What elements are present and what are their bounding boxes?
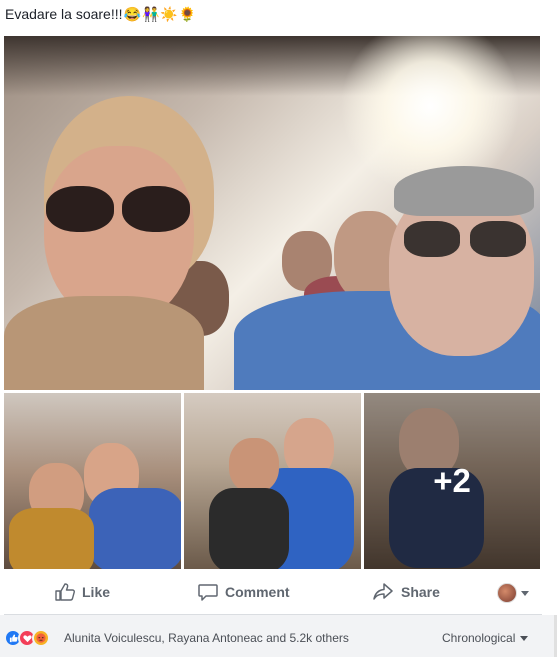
comment-bubble-icon bbox=[198, 584, 218, 601]
thumbs-up-icon bbox=[55, 583, 75, 601]
share-label: Share bbox=[401, 584, 440, 600]
like-button[interactable]: Like bbox=[55, 583, 110, 601]
child-jacket bbox=[9, 508, 94, 569]
caption-text: Evadare la soare!!! bbox=[5, 6, 123, 22]
comment-button[interactable]: Comment bbox=[198, 583, 290, 601]
like-label: Like bbox=[82, 584, 111, 600]
sunflower-emoji-icon: 🌻 bbox=[178, 6, 197, 22]
post-actions-bar: Like Comment Share bbox=[0, 573, 540, 613]
reactions-summary[interactable]: Alunita Voiculescu, Rayana Antoneac and … bbox=[64, 629, 349, 647]
comment-label: Comment bbox=[225, 584, 290, 600]
child-jacket bbox=[89, 488, 181, 569]
more-photos-overlay[interactable]: +2 bbox=[364, 393, 540, 569]
share-button[interactable]: Share bbox=[372, 583, 440, 601]
woman-coat bbox=[4, 296, 204, 390]
laughing-emoji-icon: 😂 bbox=[123, 6, 141, 22]
chevron-down-icon bbox=[520, 635, 529, 641]
gallery-thumbnail-3[interactable]: +2 bbox=[364, 393, 540, 569]
reaction-icons[interactable] bbox=[4, 629, 50, 647]
gallery-thumbnail-1[interactable] bbox=[4, 393, 181, 569]
man-hair bbox=[394, 166, 534, 216]
sun-emoji-icon: ☀️ bbox=[160, 6, 178, 22]
comment-order-label: Chronological bbox=[442, 631, 516, 645]
avatar bbox=[497, 583, 517, 603]
share-arrow-icon bbox=[373, 583, 393, 600]
post-caption: Evadare la soare!!! 😂 👫 ☀️ 🌻 bbox=[5, 4, 196, 24]
chevron-down-icon bbox=[521, 590, 529, 596]
sunglasses-icon bbox=[44, 186, 194, 236]
gallery-thumbnail-2[interactable] bbox=[184, 393, 361, 569]
more-photos-count: +2 bbox=[433, 462, 471, 499]
couple-emoji-icon: 👫 bbox=[141, 6, 160, 22]
woman-coat bbox=[209, 488, 289, 569]
comment-order-dropdown[interactable]: Chronological bbox=[442, 629, 529, 647]
sunglasses-icon bbox=[404, 221, 534, 261]
reactions-bar: Alunita Voiculescu, Rayana Antoneac and … bbox=[0, 615, 557, 657]
main-photo[interactable] bbox=[4, 36, 540, 390]
woman-figure bbox=[229, 438, 279, 493]
post-as-selector[interactable] bbox=[497, 583, 529, 603]
angry-reaction-icon bbox=[32, 629, 50, 647]
